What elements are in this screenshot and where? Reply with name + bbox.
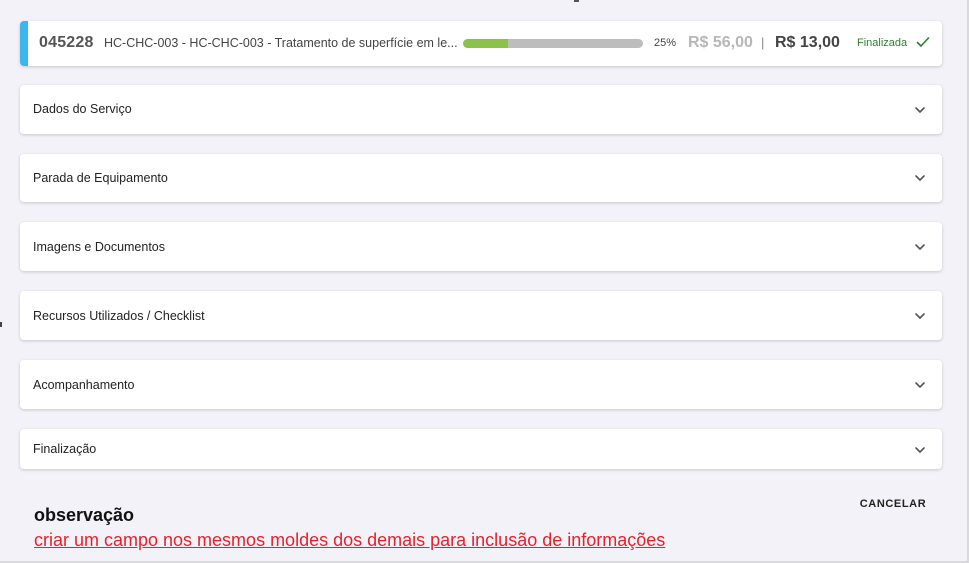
os-title: HC-CHC-003 - HC-CHC-003 - Tratamento de … — [104, 36, 458, 50]
chevron-down-icon — [915, 244, 925, 250]
left-edge-mark — [0, 322, 2, 327]
chevron-down-icon — [915, 447, 925, 453]
header-accent-bar — [20, 21, 28, 66]
panel-label: Acompanhamento — [33, 378, 135, 392]
progress-bar — [463, 39, 643, 48]
panel-dados-do-servico[interactable]: Dados do Serviço — [20, 85, 942, 134]
panel-label: Imagens e Documentos — [33, 240, 166, 254]
annotation-title: observação — [34, 505, 135, 525]
status-badge: Finalizada — [857, 37, 908, 49]
cancel-button[interactable]: CANCELAR — [851, 491, 935, 517]
progress-bar-fill — [463, 39, 508, 48]
panel-imagens-e-documentos[interactable]: Imagens e Documentos — [20, 222, 942, 271]
service-order-header: 045228 HC-CHC-003 - HC-CHC-003 - Tratame… — [20, 21, 942, 66]
panel-finalizacao[interactable]: Finalização — [20, 429, 942, 469]
panel-parada-de-equipamento[interactable]: Parada de Equipamento — [20, 154, 942, 202]
price-separator: | — [761, 35, 765, 50]
panel-label: Dados do Serviço — [33, 102, 132, 116]
chevron-down-icon — [915, 382, 925, 388]
panel-label: Parada de Equipamento — [33, 171, 168, 185]
price-original: R$ 56,00 — [688, 34, 753, 51]
panel-acompanhamento[interactable]: Acompanhamento — [20, 360, 942, 409]
panel-label: Recursos Utilizados / Checklist — [33, 309, 205, 323]
progress-label: 25% — [654, 37, 677, 49]
chevron-down-icon — [915, 107, 925, 113]
panel-label: Finalização — [33, 442, 97, 456]
chevron-down-icon — [915, 313, 925, 319]
check-icon — [916, 37, 930, 47]
os-number: 045228 — [39, 34, 94, 51]
window-notch — [574, 0, 579, 2]
chevron-down-icon — [915, 175, 925, 181]
panel-recursos-utilizados-checklist[interactable]: Recursos Utilizados / Checklist — [20, 291, 942, 340]
annotation-text: criar um campo nos mesmos moldes dos dem… — [34, 530, 666, 550]
price-current: R$ 13,00 — [775, 34, 840, 51]
